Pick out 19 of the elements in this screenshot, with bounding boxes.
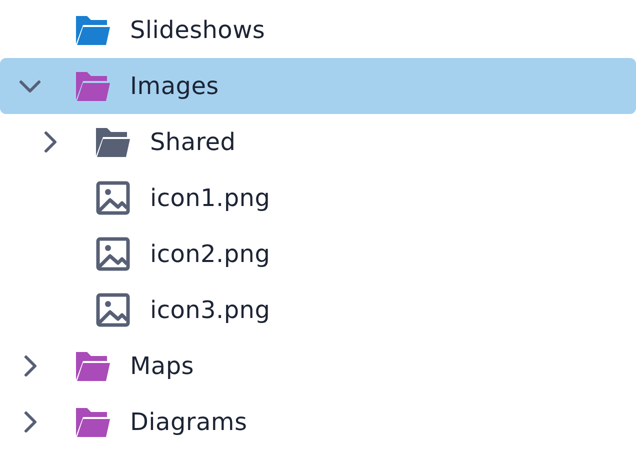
item-label: Maps — [130, 352, 194, 380]
image-file-icon — [95, 236, 131, 272]
item-label: icon3.png — [150, 296, 270, 324]
image-file-icon — [95, 292, 131, 328]
item-label: icon1.png — [150, 184, 270, 212]
tree-item[interactable]: Diagrams — [0, 394, 636, 450]
selected-tree-item[interactable]: Images — [0, 58, 636, 114]
tree-item[interactable]: Slideshows — [0, 2, 636, 58]
tree-item[interactable]: icon3.png — [0, 282, 636, 338]
tree-item[interactable]: icon2.png — [0, 226, 636, 282]
item-label: Diagrams — [130, 408, 248, 436]
tree-item[interactable]: Maps — [0, 338, 636, 394]
tree-item[interactable]: icon1.png — [0, 170, 636, 226]
tree-item[interactable]: Shared — [0, 114, 636, 170]
item-label: Shared — [150, 128, 236, 156]
item-label: icon2.png — [150, 240, 270, 268]
image-file-icon — [95, 180, 131, 216]
item-label: Slideshows — [130, 16, 266, 44]
item-label: Images — [130, 72, 219, 100]
